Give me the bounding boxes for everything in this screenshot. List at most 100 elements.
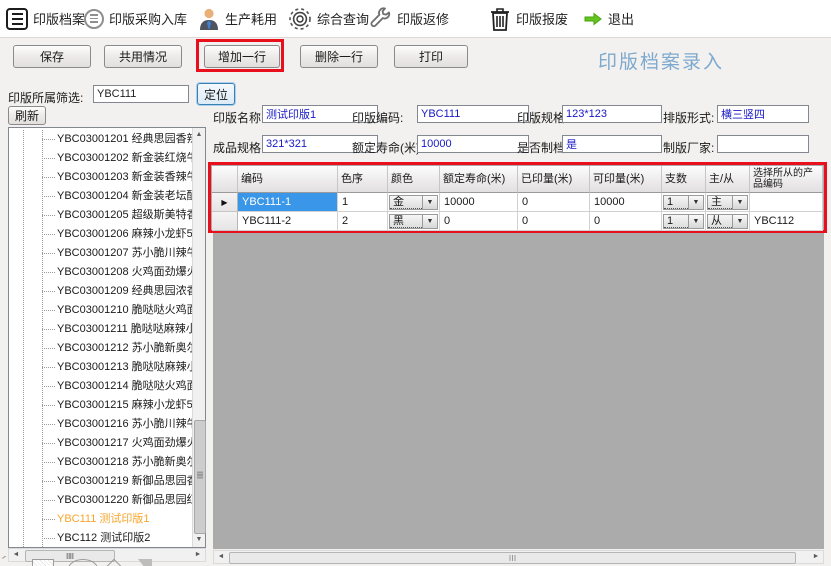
shared-info-button[interactable]: 共用情况 — [104, 45, 182, 68]
tree-item[interactable]: YBC03001212 苏小脆新奥尔良鸡 — [9, 339, 192, 358]
plate-maker-input[interactable] — [717, 135, 809, 153]
color-combobox[interactable]: 金 ▼ — [389, 195, 438, 210]
tree-vscroll-thumb[interactable] — [194, 420, 206, 534]
is-archived-label: 是否制档: — [517, 139, 568, 156]
grid-cell-ref[interactable]: YBC112 — [750, 212, 823, 231]
role-combobox[interactable]: 从 ▼ — [707, 214, 748, 229]
tree-item[interactable]: YBC03001219 新御品思园香辣牛 — [9, 472, 192, 491]
refresh-button[interactable]: 刷新 — [8, 106, 46, 125]
toolbar-item-plate-scrap[interactable]: 印版报废 — [489, 0, 568, 37]
grid-corner-header — [212, 166, 238, 193]
grid-highlight-box: 编码 色序 颜色 额定寿命(米) 已印量(米) 可印量(米) 支数 主/从 选择… — [208, 162, 827, 233]
chevron-down-icon[interactable]: ▼ — [688, 215, 703, 228]
page-title: 印版档案录入 — [598, 47, 724, 74]
tree-item[interactable]: YBC03001210 脆哒哒火鸡面55g — [9, 301, 192, 320]
column-header[interactable]: 选择所从的产品编码 — [750, 166, 823, 193]
tree-item[interactable]: YBC03001214 脆哒哒火鸡面55g — [9, 377, 192, 396]
tree-item[interactable]: YBC03001206 麻辣小龙虾55g — [9, 225, 192, 244]
plate-filter-input[interactable] — [93, 85, 189, 103]
chevron-down-icon[interactable]: ▼ — [732, 196, 747, 209]
add-row-button[interactable]: 增加一行 — [204, 45, 280, 68]
delete-row-button[interactable]: 删除一行 — [300, 45, 378, 68]
tree-item[interactable]: YBC03001211 脆哒哒麻辣小龙虾 — [9, 320, 192, 339]
toolbar-item-query[interactable]: 综合查询 — [288, 0, 369, 37]
tree-item[interactable]: YBC03001217 火鸡面劲爆火鸡5 — [9, 434, 192, 453]
column-header[interactable]: 可印量(米) — [590, 166, 662, 193]
tree-item[interactable]: YBC03001203 新金装香辣牛肉面 — [9, 168, 192, 187]
layout-form-input[interactable] — [717, 105, 809, 123]
toolbar-item-exit[interactable]: 退出 — [583, 0, 634, 37]
count-combobox[interactable]: 1 ▼ — [663, 214, 704, 229]
grid-cell-role[interactable]: 主 ▼ — [706, 193, 750, 212]
grid-cell-seq[interactable]: 1 — [338, 193, 388, 212]
grid-cell-count[interactable]: 1 ▼ — [662, 193, 706, 212]
grid-cell-printed[interactable]: 0 — [518, 193, 590, 212]
rated-life-input[interactable] — [417, 135, 529, 153]
grid-cell-ref[interactable] — [750, 193, 823, 212]
toolbar-label: 生产耗用 — [225, 9, 277, 28]
toolbar-label: 综合查询 — [317, 9, 369, 28]
toolbar-item-production-usage[interactable]: 生产耗用 — [198, 0, 277, 37]
tree-item[interactable]: YBC03001205 超级斯美特香牛 — [9, 206, 192, 225]
current-row-indicator-icon: ▶ — [221, 198, 227, 207]
eye-icon — [288, 7, 312, 31]
grid-cell-color[interactable]: 黑 ▼ — [388, 212, 440, 231]
plate-code-label: 印版编码: — [352, 109, 403, 126]
grid-cell-printable[interactable]: 0 — [590, 212, 662, 231]
print-button[interactable]: 打印 — [394, 45, 468, 68]
tree-item[interactable]: YBC03001213 脆哒哒麻辣小龙虾 — [9, 358, 192, 377]
tree-item[interactable]: YBC03001209 经典思园浓香排骨 — [9, 282, 192, 301]
column-header[interactable]: 已印量(米) — [518, 166, 590, 193]
grid-cell-printable[interactable]: 10000 — [590, 193, 662, 212]
tree-item[interactable]: YBC03001201 经典思园香辣牛肉面 — [9, 130, 192, 149]
grid-cell-count[interactable]: 1 ▼ — [662, 212, 706, 231]
toolbar-item-plate-purchase[interactable]: 印版采购入库 — [84, 0, 187, 37]
plate-spec-input[interactable] — [562, 105, 662, 123]
locate-button[interactable]: 定位 — [197, 83, 235, 105]
tree-item[interactable]: YBC03001215 麻辣小龙虾55g15 — [9, 396, 192, 415]
column-header[interactable]: 支数 — [662, 166, 706, 193]
circle-menu-icon — [84, 9, 104, 29]
toolbar-item-plate-archive[interactable]: 印版档案 — [6, 0, 85, 37]
tree-item[interactable]: YBC03001207 苏小脆川辣牛肉5 — [9, 244, 192, 263]
role-combobox[interactable]: 主 ▼ — [707, 195, 748, 210]
tree-item[interactable]: YBC03001218 苏小脆新奥尔良鸡 — [9, 453, 192, 472]
scroll-up-icon[interactable]: ▲ — [193, 128, 205, 142]
grid-cell-printed[interactable]: 0 — [518, 212, 590, 231]
is-archived-input[interactable] — [562, 135, 662, 153]
grid-cell-role[interactable]: 从 ▼ — [706, 212, 750, 231]
grid-cell-life[interactable]: 10000 — [440, 193, 518, 212]
scroll-down-icon[interactable]: ▼ — [193, 533, 205, 547]
grid-cell-code[interactable]: YBC111-1 — [238, 193, 338, 212]
tree-item[interactable]: YBC03001220 新御品思园红烧牛 — [9, 491, 192, 510]
tree-vertical-scrollbar[interactable]: ▲ ▼ — [192, 128, 205, 547]
grid-cell-seq[interactable]: 2 — [338, 212, 388, 231]
toolbar-item-plate-repair[interactable]: 印版返修 — [368, 0, 449, 37]
row-indicator-cell[interactable]: ▶ — [212, 193, 238, 212]
column-header[interactable]: 色序 — [338, 166, 388, 193]
tree-item[interactable]: YBC03001202 新金装红烧牛肉面 — [9, 149, 192, 168]
chevron-down-icon[interactable]: ▼ — [688, 196, 703, 209]
column-header[interactable]: 编码 — [238, 166, 338, 193]
plate-code-input[interactable] — [417, 105, 529, 123]
chevron-down-icon[interactable]: ▼ — [422, 196, 437, 209]
tree-item[interactable]: YBC112 测试印版2 — [9, 529, 192, 547]
color-combobox[interactable]: 黑 ▼ — [389, 214, 438, 229]
grid-cell-color[interactable]: 金 ▼ — [388, 193, 440, 212]
person-icon — [198, 7, 220, 31]
tree-item[interactable]: YBC03001216 苏小脆川辣牛肉5 — [9, 415, 192, 434]
chevron-down-icon[interactable]: ▼ — [732, 215, 747, 228]
chevron-down-icon[interactable]: ▼ — [422, 215, 437, 228]
tree-item[interactable]: YBC03001208 火鸡面劲爆火鸡5 — [9, 263, 192, 282]
row-indicator-cell[interactable] — [212, 212, 238, 231]
tree-item[interactable]: YBC03001204 新金装老坛酸菜面 — [9, 187, 192, 206]
grid-cell-code[interactable]: YBC111-2 — [238, 212, 338, 231]
count-combobox[interactable]: 1 ▼ — [663, 195, 704, 210]
save-button[interactable]: 保存 — [13, 45, 91, 68]
tree-item-selected[interactable]: YBC111 测试印版1 — [9, 510, 192, 529]
column-header[interactable]: 额定寿命(米) — [440, 166, 518, 193]
column-header[interactable]: 颜色 — [388, 166, 440, 193]
grid-cell-life[interactable]: 0 — [440, 212, 518, 231]
rect-shape-icon — [32, 559, 54, 566]
column-header[interactable]: 主/从 — [706, 166, 750, 193]
